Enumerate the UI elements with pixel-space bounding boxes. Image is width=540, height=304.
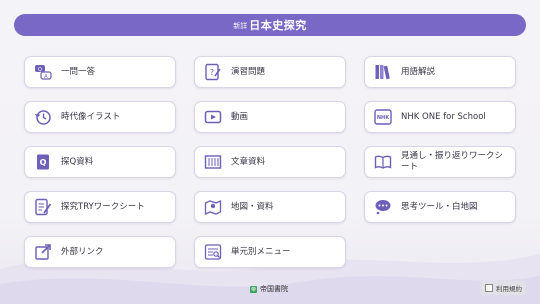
- menu-item-label: 外部リンク: [61, 246, 104, 257]
- search-q-doc-icon: Q: [33, 152, 53, 172]
- menu-item-label: 単元別メニュー: [231, 246, 291, 257]
- qa-bubbles-icon: QA: [33, 62, 53, 82]
- menu-item-unit-menu[interactable]: 単元別メニュー: [194, 236, 346, 268]
- svg-text:Q: Q: [40, 158, 47, 167]
- menu-item-label: 見通し・振り返りワークシート: [401, 151, 504, 172]
- menu-item-era-illustration[interactable]: 時代像イラスト: [24, 101, 176, 133]
- open-book-icon: [373, 152, 393, 172]
- menu-item-label: 探Q資料: [61, 156, 94, 167]
- publisher-name: 帝国書院: [260, 285, 288, 293]
- thought-bubble-icon: [373, 197, 393, 217]
- external-link-icon: [33, 242, 53, 262]
- svg-text:NHK: NHK: [377, 115, 390, 121]
- menu-item-label: 用語解説: [401, 66, 436, 77]
- publisher-logo: 帝 帝国書院: [250, 284, 288, 294]
- menu-item-ichimon-itto[interactable]: QA 一問一答: [24, 56, 176, 88]
- video-play-icon: [203, 107, 223, 127]
- menu-item-label: 探究TRYワークシート: [61, 201, 145, 212]
- clock-history-icon: [33, 107, 53, 127]
- menu-item-glossary[interactable]: 用語解説: [364, 56, 516, 88]
- books-icon: [373, 62, 393, 82]
- menu-item-label: 地図・資料: [231, 201, 274, 212]
- terms-label: 利用規約: [496, 285, 522, 293]
- menu-item-label: 動画: [231, 111, 249, 122]
- map-pin-icon: [203, 197, 223, 217]
- menu-item-thinking-tools[interactable]: 思考ツール・白地図: [364, 191, 516, 223]
- menu-item-outlook-review-worksheet[interactable]: 見通し・振り返りワークシート: [364, 146, 516, 178]
- nhk-logo-icon: NHK: [373, 107, 393, 127]
- menu-item-label: 文章資料: [231, 156, 266, 167]
- menu-item-tankyu-try-worksheet[interactable]: 探究TRYワークシート: [24, 191, 176, 223]
- title-banner: 新詳 日本史探究: [14, 14, 526, 36]
- unit-menu-icon: [203, 242, 223, 262]
- menu-item-text-materials[interactable]: 文章資料: [194, 146, 346, 178]
- svg-text:?: ?: [210, 68, 214, 77]
- svg-text:A: A: [44, 74, 48, 80]
- exercise-sheet-icon: ?: [203, 62, 223, 82]
- menu-item-label: 演習問題: [231, 66, 266, 77]
- menu-item-maps-materials[interactable]: 地図・資料: [194, 191, 346, 223]
- menu-item-label: 思考ツール・白地図: [401, 201, 478, 212]
- terms-button[interactable]: 利用規約: [481, 281, 526, 295]
- menu-item-video[interactable]: 動画: [194, 101, 346, 133]
- menu-item-label: 一問一答: [61, 66, 96, 77]
- worksheet-pen-icon: [33, 197, 53, 217]
- menu-item-tanq-materials[interactable]: Q 探Q資料: [24, 146, 176, 178]
- menu-item-label: 時代像イラスト: [61, 111, 121, 122]
- publisher-mark-icon: 帝: [250, 285, 257, 293]
- title-prefix: 新詳: [233, 22, 248, 30]
- document-icon: [485, 284, 493, 292]
- menu-item-label: NHK ONE for School: [401, 111, 486, 122]
- menu-item-exercise[interactable]: ? 演習問題: [194, 56, 346, 88]
- page-title: 日本史探究: [249, 19, 307, 32]
- scroll-icon: [203, 152, 223, 172]
- menu-item-external-links[interactable]: 外部リンク: [24, 236, 176, 268]
- menu-item-nhk[interactable]: NHK NHK ONE for School: [364, 101, 516, 133]
